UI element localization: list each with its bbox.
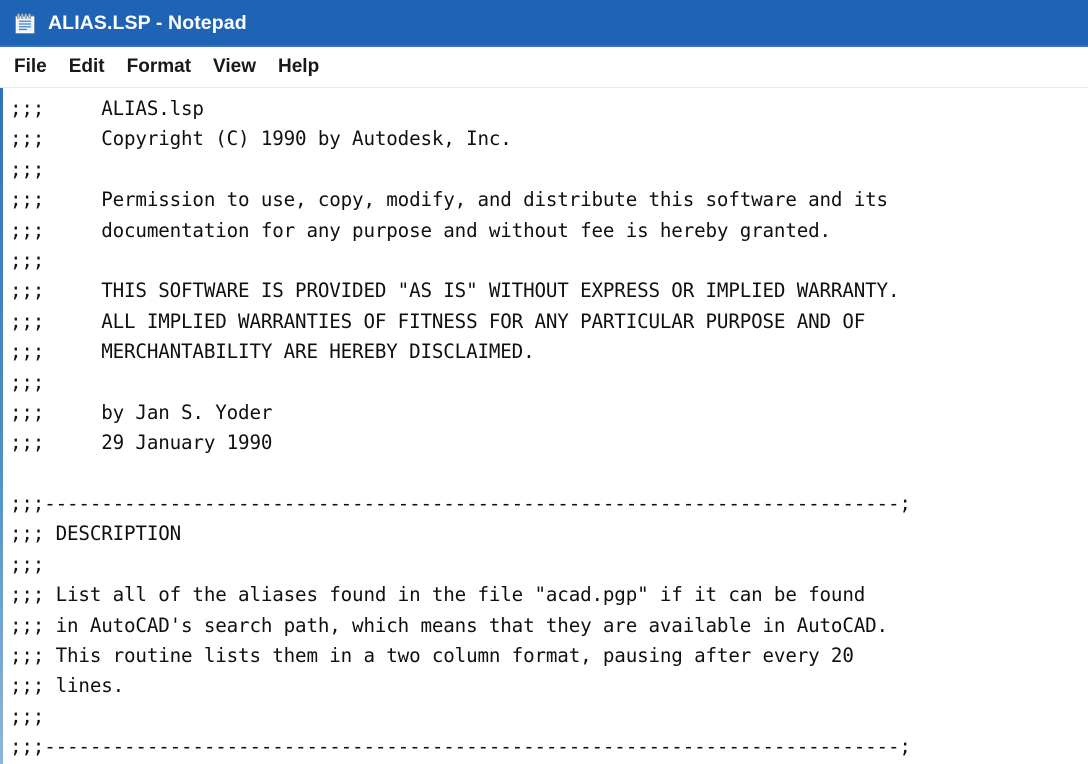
text-line [10, 459, 1088, 489]
text-line: ;;; ALIAS.lsp [10, 97, 204, 120]
text-line: ;;; [10, 552, 45, 576]
menu-bar: File Edit Format View Help [0, 47, 1088, 88]
menu-format[interactable]: Format [116, 54, 202, 80]
text-editor-area[interactable]: ;;; ALIAS.lsp ;;; Copyright (C) 1990 by A… [0, 88, 1088, 764]
text-line: ;;; lines. [10, 674, 125, 698]
text-line: ;;; in AutoCAD's search path, which mean… [10, 613, 888, 637]
text-line: ;;; This routine lists them in a two col… [10, 644, 854, 668]
text-line: ;;; [10, 704, 45, 728]
text-line: ;;; documentation for any purpose and wi… [10, 218, 831, 242]
text-line: ;;; Permission to use, copy, modify, and… [10, 188, 888, 212]
document-text[interactable]: ;;; ALIAS.lsp ;;; Copyright (C) 1990 by A… [0, 88, 1088, 763]
window-title: ALIAS.LSP - Notepad [48, 12, 247, 34]
menu-view[interactable]: View [202, 54, 267, 80]
menu-file[interactable]: File [12, 54, 58, 80]
text-line: ;;; DESCRIPTION [10, 522, 182, 546]
notepad-icon [13, 12, 37, 36]
menu-edit[interactable]: Edit [58, 54, 116, 80]
text-line: ;;; MERCHANTABILITY ARE HEREBY DISCLAIME… [10, 340, 535, 364]
text-line: ;;; [10, 248, 45, 272]
text-line: ;;; ALL IMPLIED WARRANTIES OF FITNESS FO… [10, 309, 866, 333]
title-bar[interactable]: ALIAS.LSP - Notepad [0, 0, 1088, 47]
text-line: ;;; by Jan S. Yoder [10, 400, 273, 424]
text-line: ;;; [10, 370, 45, 394]
text-line: ;;; List all of the aliases found in the… [10, 583, 866, 607]
text-line: ;;; [10, 157, 45, 181]
text-line: ;;; THIS SOFTWARE IS PROVIDED "AS IS" WI… [10, 279, 900, 303]
notepad-window: ALIAS.LSP - Notepad File Edit Format Vie… [0, 0, 1088, 764]
text-line: ;;;-------------------------------------… [10, 735, 911, 759]
text-line: ;;;-------------------------------------… [10, 492, 911, 516]
menu-help[interactable]: Help [267, 54, 330, 80]
text-line: ;;; Copyright (C) 1990 by Autodesk, Inc. [10, 127, 512, 151]
text-line: ;;; 29 January 1990 [10, 431, 273, 455]
